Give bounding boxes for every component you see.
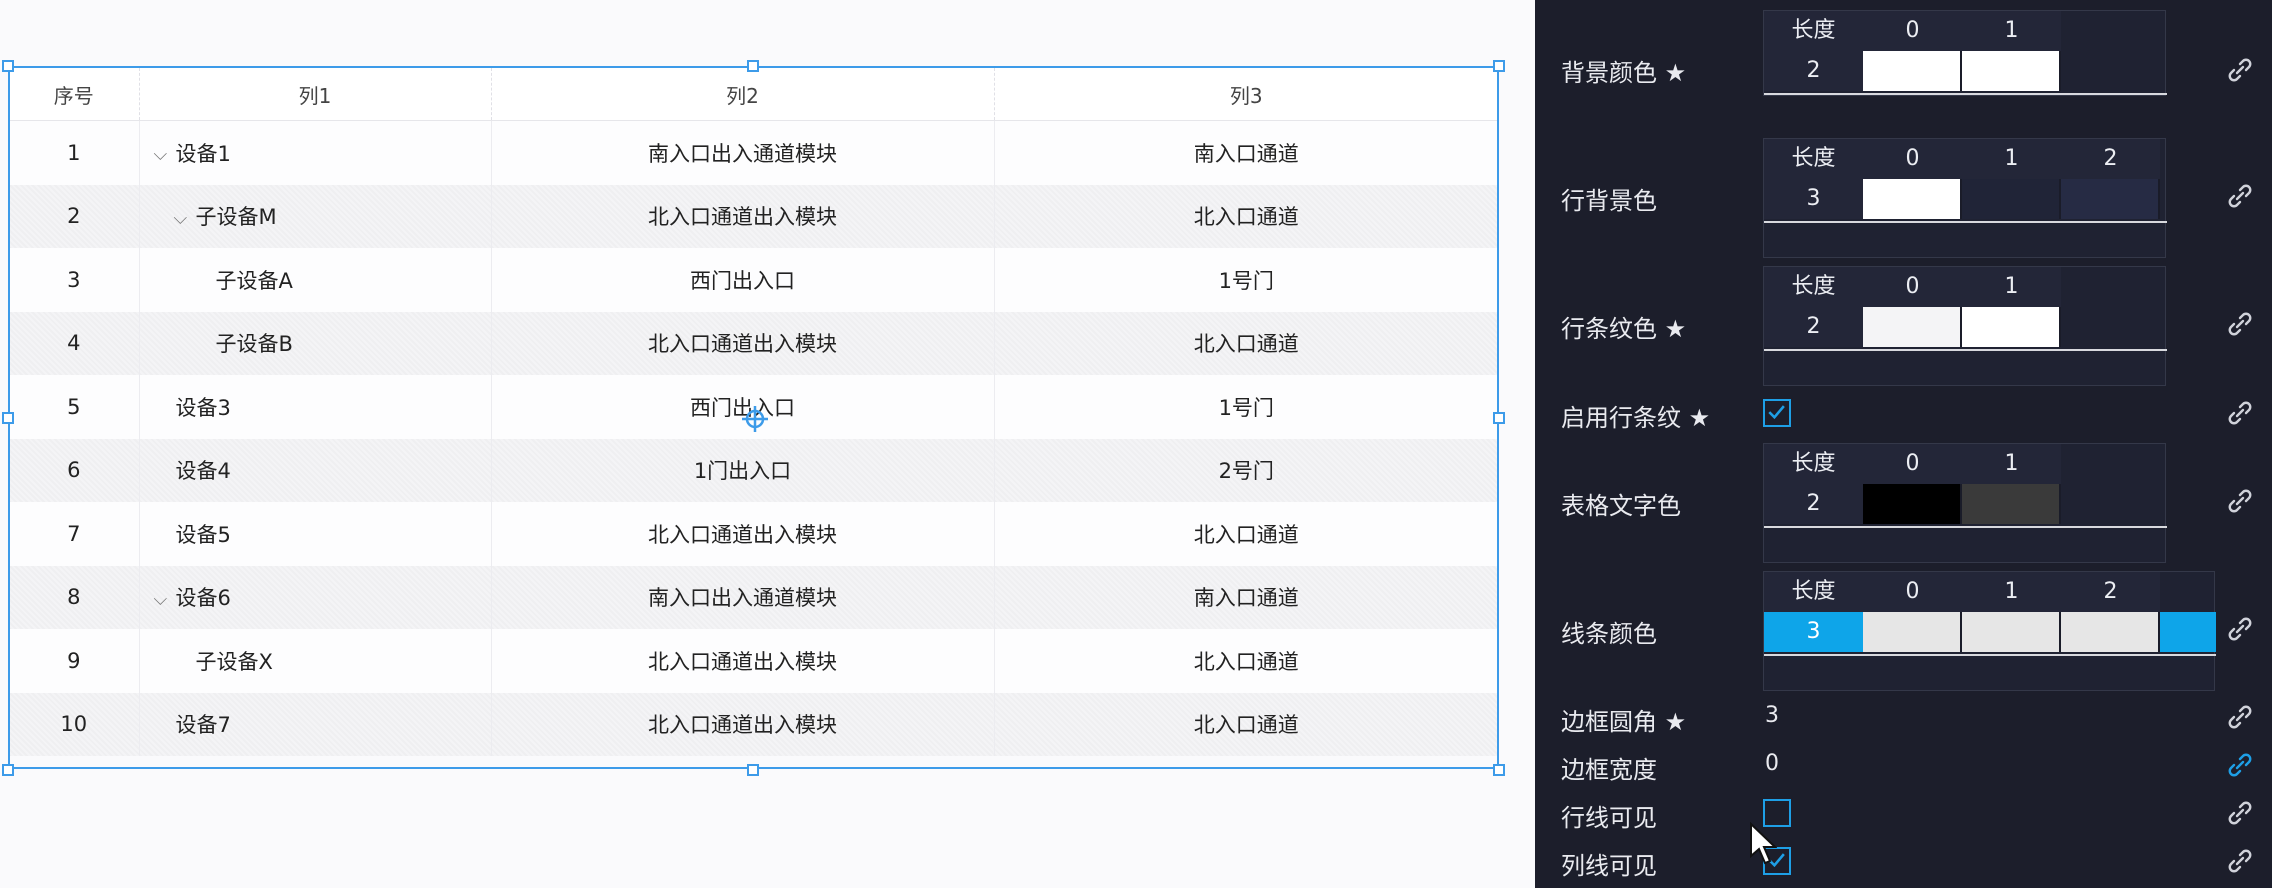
- design-canvas[interactable]: 序号 列1 列2 列3 1 ⌵ 设备1 南入口出入通道模块 南入口通道 2 ⌵ 子设备M 北入口…: [0, 0, 1535, 888]
- color-swatch[interactable]: [2160, 612, 2216, 652]
- color-swatch[interactable]: [2061, 612, 2160, 652]
- link-icon[interactable]: [2225, 846, 2255, 876]
- resize-handle-top[interactable]: [747, 60, 759, 72]
- link-icon[interactable]: [2225, 181, 2255, 211]
- color-swatch[interactable]: [1962, 484, 2061, 524]
- array-index-header: 2: [2061, 572, 2160, 612]
- color-array-editor[interactable]: 长度 0 1 2: [1763, 10, 2167, 96]
- array-index-header: 1: [1962, 267, 2061, 307]
- array-length-value[interactable]: 2: [1764, 307, 1863, 347]
- link-icon[interactable]: [2225, 55, 2255, 85]
- color-array-editor[interactable]: 长度 0 1 2 3: [1763, 138, 2167, 258]
- array-index-header: 2: [2061, 139, 2160, 179]
- radius-value[interactable]: 3: [1765, 703, 1779, 728]
- color-swatch[interactable]: [2061, 179, 2160, 219]
- color-swatch[interactable]: [1962, 51, 2061, 91]
- array-length-header: 长度: [1764, 11, 1863, 51]
- link-icon[interactable]: [2225, 398, 2255, 428]
- resize-handle-top-right[interactable]: [1493, 60, 1505, 72]
- prop-label: 列线可见: [1561, 852, 1657, 880]
- prop-label: 行条纹色 ★: [1561, 315, 1687, 343]
- link-icon[interactable]: [2225, 614, 2255, 644]
- color-swatch[interactable]: [1863, 179, 1962, 219]
- color-swatch[interactable]: [1962, 179, 2061, 219]
- color-array-editor[interactable]: 长度 0 1 2: [1763, 443, 2167, 563]
- property-panel: 背景颜色 ★ 长度 0 1 2 行背景色 长度 0 1 2 3 行条纹色 ★ 长…: [1535, 0, 2272, 888]
- array-index-header: 1: [1962, 572, 2061, 612]
- resize-handle-left[interactable]: [2, 412, 14, 424]
- resize-handle-bottom-left[interactable]: [2, 764, 14, 776]
- array-length-value[interactable]: 3: [1764, 179, 1863, 219]
- enable-stripe-checkbox[interactable]: [1763, 399, 1791, 427]
- array-index-header: 0: [1863, 139, 1962, 179]
- resize-handle-top-left[interactable]: [2, 60, 14, 72]
- prop-label: 线条颜色: [1561, 620, 1657, 648]
- array-index-header: 1: [1962, 139, 2061, 179]
- array-length-header: 长度: [1764, 267, 1863, 307]
- array-length-value[interactable]: 2: [1764, 484, 1863, 524]
- color-swatch[interactable]: [1962, 307, 2061, 347]
- move-crosshair-icon[interactable]: [740, 404, 770, 434]
- link-icon[interactable]: [2225, 798, 2255, 828]
- color-swatch[interactable]: [1863, 307, 1962, 347]
- color-swatch[interactable]: [1962, 612, 2061, 652]
- color-swatch[interactable]: [1863, 51, 1962, 91]
- link-icon[interactable]: [2225, 309, 2255, 339]
- prop-label: 表格文字色: [1561, 492, 1681, 520]
- border-width-value[interactable]: 0: [1765, 751, 1779, 776]
- array-length-value[interactable]: 2: [1764, 51, 1863, 91]
- prop-label: 启用行条纹 ★: [1561, 404, 1711, 432]
- prop-label: 行背景色: [1561, 187, 1657, 215]
- color-array-editor[interactable]: 长度 0 1 2: [1763, 266, 2167, 386]
- array-length-header: 长度: [1764, 139, 1863, 179]
- link-icon[interactable]: [2225, 702, 2255, 732]
- array-length-header: 长度: [1764, 444, 1863, 484]
- array-index-header: 0: [1863, 267, 1962, 307]
- color-swatch[interactable]: [1863, 484, 1962, 524]
- check-icon: [1768, 405, 1785, 420]
- color-array-editor[interactable]: 长度 0 1 2 3: [1763, 571, 2216, 691]
- array-index-header: 1: [1962, 11, 2061, 51]
- prop-label: 背景颜色 ★: [1561, 59, 1687, 87]
- resize-handle-right[interactable]: [1493, 412, 1505, 424]
- link-active-icon[interactable]: [2225, 750, 2255, 780]
- array-length-header: 长度: [1764, 572, 1863, 612]
- prop-label: 边框宽度: [1561, 756, 1657, 784]
- array-index-header: 0: [1863, 444, 1962, 484]
- array-index-header: 0: [1863, 11, 1962, 51]
- prop-label: 边框圆角 ★: [1561, 708, 1687, 736]
- prop-label: 行线可见: [1561, 804, 1657, 832]
- color-swatch[interactable]: [1863, 612, 1962, 652]
- mouse-cursor-icon: [1750, 822, 1777, 865]
- array-index-header: 1: [1962, 444, 2061, 484]
- resize-handle-bottom-right[interactable]: [1493, 764, 1505, 776]
- array-length-value[interactable]: 3: [1764, 612, 1863, 652]
- array-index-header: 0: [1863, 572, 1962, 612]
- resize-handle-bottom[interactable]: [747, 764, 759, 776]
- link-icon[interactable]: [2225, 486, 2255, 516]
